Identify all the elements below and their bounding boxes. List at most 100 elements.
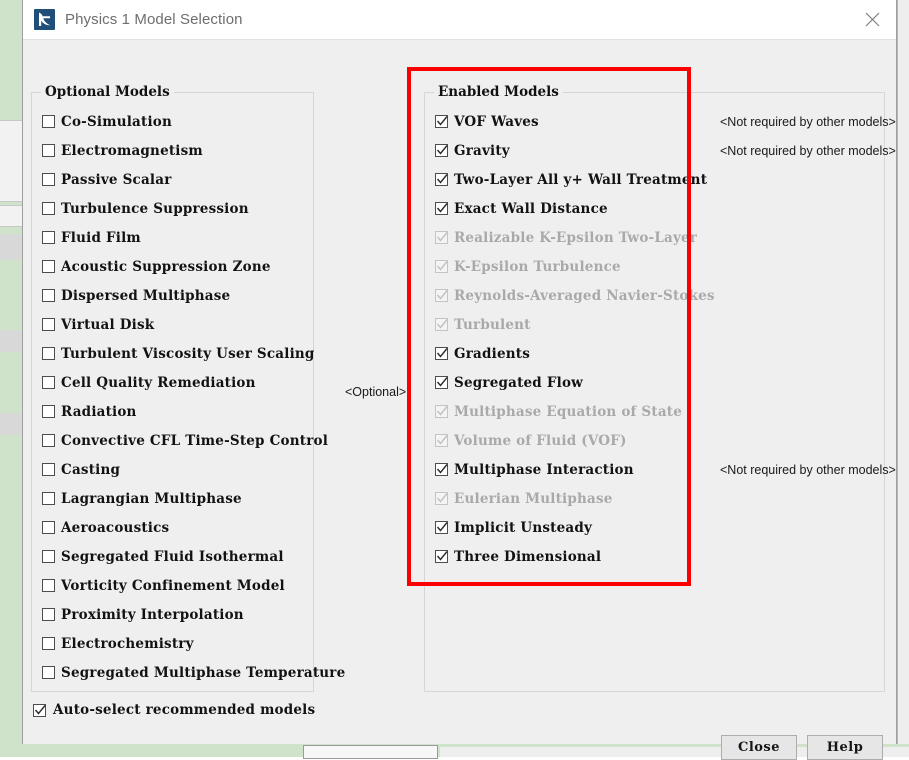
enabled-model-row[interactable]: Multiphase Interaction<Not required by o… [435,455,880,484]
optional-model-row[interactable]: Electrochemistry [42,629,309,658]
optional-model-label: Vorticity Confinement Model [61,578,285,594]
enabled-model-row: Turbulent [435,310,880,339]
enabled-model-label: Implicit Unsteady [454,520,592,536]
enabled-model-label: Gradients [454,346,530,362]
enabled-model-row[interactable]: Exact Wall Distance [435,194,880,223]
checkbox-box [42,608,55,621]
dialog-title: Physics 1 Model Selection [65,11,243,28]
optional-model-row[interactable]: Aeroacoustics [42,513,309,542]
checkbox-box [42,173,55,186]
checkbox-box [42,347,55,360]
checkbox-box [42,376,55,389]
enabled-model-label: Multiphase Equation of State [454,404,682,420]
checkbox-box [435,434,448,447]
optional-model-row[interactable]: Radiation [42,397,309,426]
auto-select-recommended-models-checkbox[interactable]: Auto-select recommended models [33,702,315,718]
checkbox-box [435,318,448,331]
auto-select-label: Auto-select recommended models [53,702,315,718]
enabled-model-row[interactable]: Implicit Unsteady [435,513,880,542]
enabled-model-row: Realizable K-Epsilon Two-Layer [435,223,880,252]
checkbox-box [42,463,55,476]
optional-model-label: Turbulent Viscosity User Scaling [61,346,315,362]
checkbox-box [435,144,448,157]
enabled-model-row: Reynolds-Averaged Navier-Stokes [435,281,880,310]
background-panel-fragment [0,413,22,435]
optional-model-row[interactable]: Acoustic Suppression Zone [42,252,309,281]
checkbox-box [435,521,448,534]
optional-model-row[interactable]: Vorticity Confinement Model [42,571,309,600]
background-panel-fragment [0,330,22,352]
checkbox-box [42,289,55,302]
checkbox-box [42,231,55,244]
enabled-model-row[interactable]: Segregated Flow [435,368,880,397]
optional-model-row[interactable]: Segregated Multiphase Temperature [42,658,309,687]
enabled-model-label: Reynolds-Averaged Navier-Stokes [454,288,715,304]
optional-model-row[interactable]: Co-Simulation [42,107,309,136]
checkbox-box [435,231,448,244]
checkbox-box [435,289,448,302]
checkbox-box [33,704,46,717]
enabled-model-label: Multiphase Interaction [454,462,634,478]
optional-model-row[interactable]: Passive Scalar [42,165,309,194]
close-icon[interactable] [849,0,896,39]
enabled-model-row[interactable]: VOF Waves<Not required by other models> [435,107,880,136]
checkbox-box [435,173,448,186]
close-button[interactable]: Close [721,735,797,760]
enabled-model-label: Volume of Fluid (VOF) [454,433,627,449]
optional-model-label: Convective CFL Time-Step Control [61,433,328,449]
dialog-body: Optional Models Co-SimulationElectromagn… [23,40,896,744]
optional-model-row[interactable]: Lagrangian Multiphase [42,484,309,513]
requirement-note: <Not required by other models> [720,115,896,129]
enabled-model-label: VOF Waves [454,114,539,130]
enabled-model-label: Exact Wall Distance [454,201,608,217]
optional-model-row[interactable]: Turbulent Viscosity User Scaling [42,339,309,368]
optional-model-label: Turbulence Suppression [61,201,249,217]
enabled-model-row[interactable]: Gradients [435,339,880,368]
checkbox-box [435,202,448,215]
checkbox-box [42,492,55,505]
optional-model-row[interactable]: Convective CFL Time-Step Control [42,426,309,455]
checkbox-box [435,405,448,418]
optional-model-row[interactable]: Turbulence Suppression [42,194,309,223]
checkbox-box [435,347,448,360]
optional-model-row[interactable]: Electromagnetism [42,136,309,165]
enabled-model-row[interactable]: Two-Layer All y+ Wall Treatment [435,165,880,194]
enabled-models-list: VOF Waves<Not required by other models>G… [435,107,880,571]
checkbox-box [42,550,55,563]
checkbox-box [42,144,55,157]
model-selection-dialog: Physics 1 Model Selection Optional Model… [22,0,897,744]
optional-model-label: Electromagnetism [61,143,203,159]
optional-model-label: Fluid Film [61,230,141,246]
dialog-titlebar: Physics 1 Model Selection [23,0,896,40]
enabled-model-row: K-Epsilon Turbulence [435,252,880,281]
enabled-model-label: Gravity [454,143,510,159]
enabled-model-row: Volume of Fluid (VOF) [435,426,880,455]
optional-model-label: Acoustic Suppression Zone [61,259,271,275]
checkbox-box [42,521,55,534]
optional-model-label: Lagrangian Multiphase [61,491,242,507]
checkbox-box [42,260,55,273]
optional-model-row[interactable]: Fluid Film [42,223,309,252]
optional-model-row[interactable]: Virtual Disk [42,310,309,339]
optional-model-label: Casting [61,462,120,478]
enabled-model-row[interactable]: Three Dimensional [435,542,880,571]
enabled-model-label: Eulerian Multiphase [454,491,613,507]
background-panel-fragment [0,120,22,202]
optional-model-label: Proximity Interpolation [61,607,244,623]
enabled-models-title: Enabled Models [434,84,563,100]
checkbox-box [435,260,448,273]
optional-models-list: Co-Simulation Electromagnetism Passive Sca… [42,107,309,687]
optional-model-label: Virtual Disk [61,317,154,333]
optional-model-row[interactable]: Casting [42,455,309,484]
optional-model-row[interactable]: Proximity Interpolation [42,600,309,629]
optional-model-row[interactable]: Segregated Fluid Isothermal [42,542,309,571]
enabled-model-row: Eulerian Multiphase [435,484,880,513]
optional-connector-label: <Optional> [345,385,406,399]
optional-model-row[interactable]: Cell Quality Remediation [42,368,309,397]
background-panel-fragment [0,234,22,260]
enabled-model-label: Realizable K-Epsilon Two-Layer [454,230,697,246]
enabled-model-row[interactable]: Gravity<Not required by other models> [435,136,880,165]
optional-model-label: Co-Simulation [61,114,172,130]
optional-model-row[interactable]: Dispersed Multiphase [42,281,309,310]
help-button[interactable]: Help [807,735,883,760]
